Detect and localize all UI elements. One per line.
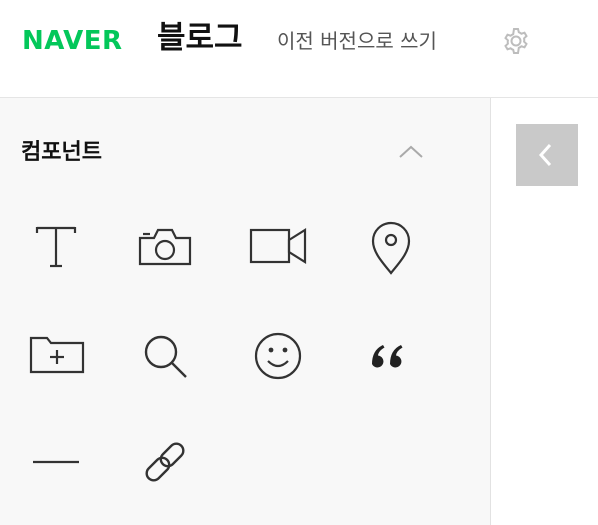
folder-add-icon xyxy=(29,336,85,374)
camera-icon xyxy=(138,228,192,266)
gear-icon xyxy=(504,28,528,54)
component-search-button[interactable] xyxy=(130,320,200,390)
settings-button[interactable] xyxy=(500,25,532,57)
link-icon xyxy=(145,442,185,482)
smiley-icon xyxy=(254,332,302,380)
component-text-button[interactable] xyxy=(21,210,91,280)
quote-icon xyxy=(372,345,403,368)
collapse-panel-button[interactable] xyxy=(396,138,426,164)
previous-version-link[interactable]: 이전 버전으로 쓰기 xyxy=(277,28,437,54)
component-place-button[interactable] xyxy=(356,210,426,280)
location-pin-icon xyxy=(371,221,411,275)
component-video-button[interactable] xyxy=(243,210,313,280)
sidebar-toggle-button[interactable] xyxy=(516,124,578,186)
text-icon xyxy=(35,226,77,268)
naver-logo[interactable]: NAVER xyxy=(22,26,123,56)
search-icon xyxy=(144,335,187,378)
component-panel: 컴포넌트 xyxy=(0,98,491,525)
component-link-button[interactable] xyxy=(130,427,200,497)
chevron-up-icon xyxy=(399,145,423,158)
panel-title: 컴포넌트 xyxy=(21,140,102,165)
divider-line-icon xyxy=(33,460,79,464)
component-divider-button[interactable] xyxy=(21,427,91,497)
editor-header: NAVER 블로그 이전 버전으로 쓰기 xyxy=(0,0,598,98)
component-quote-button[interactable] xyxy=(356,320,426,390)
video-icon xyxy=(249,228,307,264)
component-photo-button[interactable] xyxy=(130,210,200,280)
component-sticker-button[interactable] xyxy=(243,320,313,390)
component-file-button[interactable] xyxy=(21,320,91,390)
blog-logo[interactable]: 블로그 xyxy=(157,18,243,58)
chevron-left-icon xyxy=(538,143,552,167)
